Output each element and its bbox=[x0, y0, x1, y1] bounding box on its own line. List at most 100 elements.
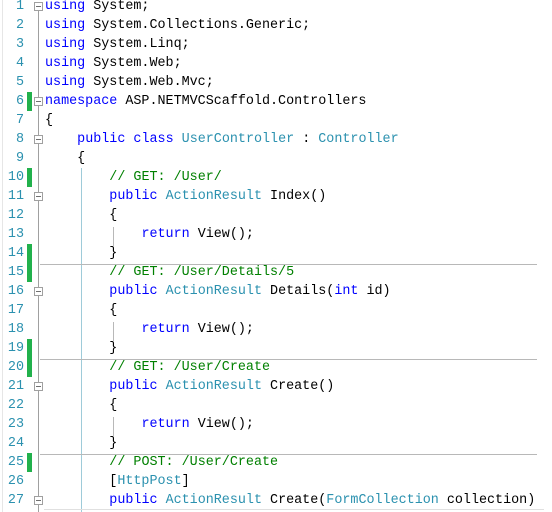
code-line[interactable]: 6 namespace ASP.NETMVCScaffold.Controller… bbox=[0, 92, 552, 111]
code-line[interactable]: 1 using System; bbox=[0, 0, 552, 16]
code-line[interactable]: 20 // GET: /User/Create bbox=[0, 358, 552, 377]
code-line[interactable]: 25 // POST: /User/Create bbox=[0, 453, 552, 472]
code-line[interactable]: 24 } bbox=[0, 434, 552, 453]
code-token: Create() bbox=[262, 379, 335, 394]
type-token: HttpPost bbox=[117, 474, 182, 489]
code-token: System.Linq; bbox=[85, 37, 190, 52]
change-marker bbox=[27, 339, 32, 358]
code-text: namespace ASP.NETMVCScaffold.Controllers bbox=[45, 92, 366, 111]
line-number: 27 bbox=[7, 493, 24, 508]
line-number: 3 bbox=[15, 37, 24, 52]
code-text: // GET: /User/ bbox=[45, 168, 222, 187]
code-text: } bbox=[45, 244, 117, 263]
keyword-token: namespace bbox=[45, 94, 118, 109]
code-token: } bbox=[45, 436, 118, 451]
code-line[interactable]: 16 public ActionResult Details(int id) bbox=[0, 282, 552, 301]
collapse-icon[interactable] bbox=[34, 287, 43, 296]
code-token: System.Web; bbox=[85, 56, 182, 71]
comment-token: // GET: /User/ bbox=[109, 170, 222, 185]
code-line[interactable]: 21 public ActionResult Create() bbox=[0, 377, 552, 396]
change-marker bbox=[27, 244, 32, 263]
collapse-icon[interactable] bbox=[34, 2, 43, 11]
code-line[interactable]: 27 public ActionResult Create(FormCollec… bbox=[0, 491, 552, 510]
code-token: { bbox=[45, 151, 86, 166]
collapse-icon[interactable] bbox=[34, 496, 43, 505]
keyword-token: public bbox=[77, 132, 126, 147]
code-line[interactable]: 15 // GET: /User/Details/5 bbox=[0, 263, 552, 282]
code-token: } bbox=[45, 341, 118, 356]
code-text: { bbox=[45, 111, 53, 130]
line-number: 1 bbox=[15, 0, 24, 14]
keyword-token: using bbox=[45, 56, 86, 71]
code-line[interactable]: 18 return View(); bbox=[0, 320, 552, 339]
code-line[interactable]: 4 using System.Web; bbox=[0, 54, 552, 73]
code-token: [ bbox=[45, 474, 118, 489]
code-line[interactable]: 8 public class UserController : Controll… bbox=[0, 130, 552, 149]
collapse-icon[interactable] bbox=[34, 135, 43, 144]
code-text: // GET: /User/Details/5 bbox=[45, 263, 294, 282]
code-line[interactable]: 13 return View(); bbox=[0, 225, 552, 244]
type-token: ActionResult bbox=[165, 493, 262, 508]
collapse-icon[interactable] bbox=[34, 382, 43, 391]
code-text: { bbox=[45, 396, 117, 415]
code-text: [HttpPost] bbox=[45, 472, 189, 491]
line-number: 4 bbox=[15, 56, 24, 71]
type-token: FormCollection bbox=[326, 493, 439, 508]
code-token: { bbox=[45, 303, 118, 318]
code-text: { bbox=[45, 206, 117, 225]
keyword-token: using bbox=[45, 0, 86, 14]
comment-token: // GET: /User/Details/5 bbox=[109, 265, 295, 280]
code-line[interactable]: 17 { bbox=[0, 301, 552, 320]
keyword-token: int bbox=[334, 284, 359, 299]
line-number: 20 bbox=[7, 360, 24, 375]
code-line[interactable]: 26 [HttpPost] bbox=[0, 472, 552, 491]
line-number: 26 bbox=[7, 474, 24, 489]
code-text: // GET: /User/Create bbox=[45, 358, 270, 377]
code-text: { bbox=[45, 301, 117, 320]
line-number: 9 bbox=[15, 151, 24, 166]
type-token: ActionResult bbox=[165, 284, 262, 299]
collapse-icon[interactable] bbox=[34, 192, 43, 201]
code-line[interactable]: 2 using System.Collections.Generic; bbox=[0, 16, 552, 35]
keyword-token: using bbox=[45, 37, 86, 52]
line-number: 16 bbox=[7, 284, 24, 299]
code-line[interactable]: 10 // GET: /User/ bbox=[0, 168, 552, 187]
code-line[interactable]: 11 public ActionResult Index() bbox=[0, 187, 552, 206]
code-line[interactable]: 23 return View(); bbox=[0, 415, 552, 434]
keyword-token: return bbox=[141, 227, 190, 242]
code-token: { bbox=[45, 113, 54, 128]
code-line[interactable]: 7{ bbox=[0, 111, 552, 130]
code-editor[interactable]: 1 using System; 2 using System.Collections.… bbox=[0, 0, 552, 512]
change-marker bbox=[27, 263, 32, 282]
code-line[interactable]: 19 } bbox=[0, 339, 552, 358]
code-text: } bbox=[45, 434, 117, 453]
code-text: using System.Web; bbox=[45, 54, 182, 73]
line-number: 15 bbox=[7, 265, 24, 280]
code-token: id) bbox=[358, 284, 391, 299]
code-token: collection) bbox=[438, 493, 536, 508]
code-line[interactable]: 9 { bbox=[0, 149, 552, 168]
type-token: Controller bbox=[318, 132, 399, 147]
code-text: return View(); bbox=[45, 415, 254, 434]
code-line[interactable]: 12 { bbox=[0, 206, 552, 225]
code-line[interactable]: 3 using System.Linq; bbox=[0, 35, 552, 54]
keyword-token: return bbox=[141, 417, 190, 432]
code-token: System.Collections.Generic; bbox=[85, 18, 311, 33]
code-line[interactable]: 22 { bbox=[0, 396, 552, 415]
code-text: using System; bbox=[45, 0, 149, 16]
line-number: 24 bbox=[7, 436, 24, 451]
code-text: public class UserController : Controller bbox=[45, 130, 399, 149]
collapse-icon[interactable] bbox=[34, 97, 43, 106]
code-line[interactable]: 14 } bbox=[0, 244, 552, 263]
code-line[interactable]: 5 using System.Web.Mvc; bbox=[0, 73, 552, 92]
